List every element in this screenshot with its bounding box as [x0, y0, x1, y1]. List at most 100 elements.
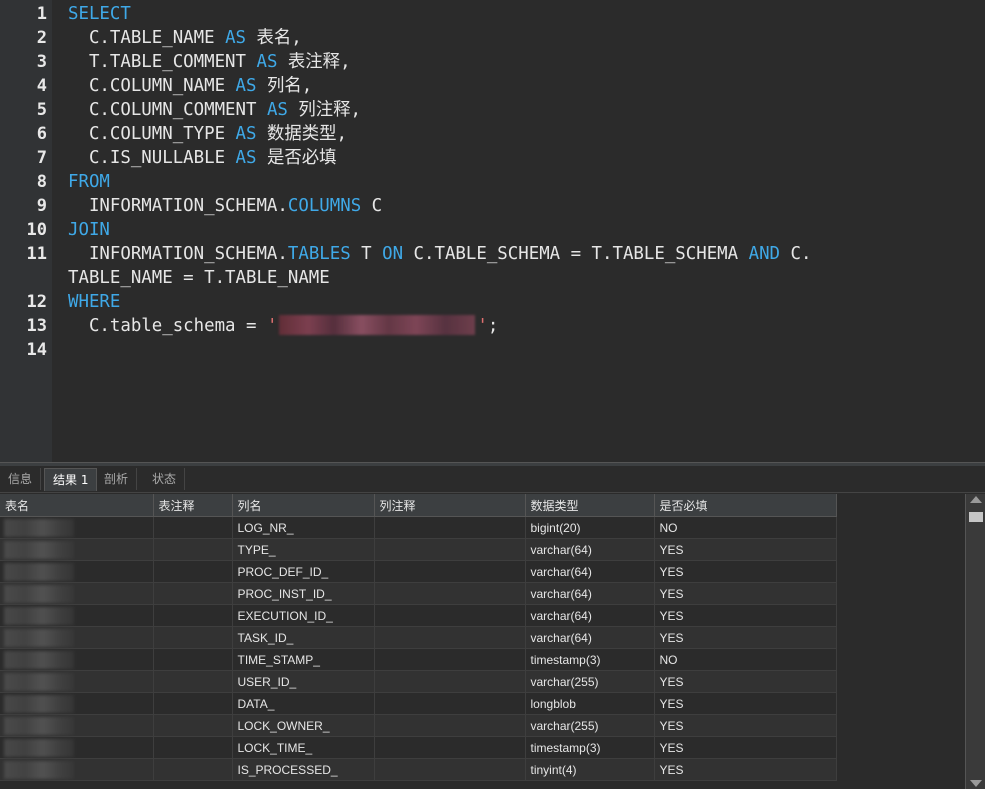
column-header[interactable]: 表名: [0, 494, 154, 517]
tab-status[interactable]: 状态: [144, 468, 186, 490]
cell-nullable[interactable]: YES: [654, 714, 837, 737]
cell-data-type[interactable]: varchar(255): [525, 670, 655, 693]
cell-table-comment[interactable]: [153, 714, 233, 737]
column-header[interactable]: 列名: [232, 494, 375, 517]
table-row[interactable]: LOCK_OWNER_ varchar(255) YES: [0, 714, 837, 737]
cell-data-type[interactable]: varchar(64): [525, 538, 655, 561]
table-row[interactable]: TYPE_ varchar(64) YES: [0, 538, 837, 561]
code-line[interactable]: C.COLUMN_TYPE AS 数据类型,: [68, 122, 977, 146]
cell-nullable[interactable]: YES: [654, 560, 837, 583]
scroll-down-arrow-icon[interactable]: [970, 780, 982, 787]
code-line[interactable]: WHERE: [68, 290, 977, 314]
column-header[interactable]: 是否必填: [654, 494, 837, 517]
cell-nullable[interactable]: YES: [654, 692, 837, 715]
column-header[interactable]: 表注释: [153, 494, 233, 517]
code-line[interactable]: INFORMATION_SCHEMA.TABLES T ON C.TABLE_S…: [68, 242, 977, 266]
cell-column-comment[interactable]: [374, 560, 526, 583]
cell-table-comment[interactable]: [153, 758, 233, 781]
cell-column-comment[interactable]: [374, 516, 526, 539]
cell-column-name[interactable]: PROC_INST_ID_: [232, 582, 375, 605]
cell-column-comment[interactable]: [374, 692, 526, 715]
cell-table-name[interactable]: [0, 692, 154, 715]
cell-data-type[interactable]: varchar(64): [525, 560, 655, 583]
cell-table-name[interactable]: [0, 714, 154, 737]
cell-column-comment[interactable]: [374, 626, 526, 649]
code-line[interactable]: C.COLUMN_COMMENT AS 列注释,: [68, 98, 977, 122]
table-row[interactable]: DATA_ longblob YES: [0, 692, 837, 715]
table-row[interactable]: IS_PROCESSED_ tinyint(4) YES: [0, 758, 837, 781]
cell-column-name[interactable]: USER_ID_: [232, 670, 375, 693]
cell-nullable[interactable]: NO: [654, 648, 837, 671]
column-header[interactable]: 数据类型: [525, 494, 655, 517]
cell-column-comment[interactable]: [374, 604, 526, 627]
cell-data-type[interactable]: timestamp(3): [525, 736, 655, 759]
cell-column-comment[interactable]: [374, 648, 526, 671]
cell-column-comment[interactable]: [374, 758, 526, 781]
cell-table-name[interactable]: [0, 758, 154, 781]
scroll-up-arrow-icon[interactable]: [970, 496, 982, 503]
vertical-scrollbar[interactable]: [965, 494, 985, 789]
cell-data-type[interactable]: varchar(64): [525, 604, 655, 627]
cell-column-comment[interactable]: [374, 714, 526, 737]
cell-column-name[interactable]: PROC_DEF_ID_: [232, 560, 375, 583]
cell-nullable[interactable]: YES: [654, 582, 837, 605]
table-row[interactable]: TIME_STAMP_ timestamp(3) NO: [0, 648, 837, 671]
cell-column-comment[interactable]: [374, 736, 526, 759]
cell-data-type[interactable]: varchar(64): [525, 582, 655, 605]
cell-column-name[interactable]: EXECUTION_ID_: [232, 604, 375, 627]
table-row[interactable]: EXECUTION_ID_ varchar(64) YES: [0, 604, 837, 627]
code-line[interactable]: C.TABLE_NAME AS 表名,: [68, 26, 977, 50]
cell-nullable[interactable]: YES: [654, 538, 837, 561]
cell-data-type[interactable]: tinyint(4): [525, 758, 655, 781]
code-line[interactable]: T.TABLE_COMMENT AS 表注释,: [68, 50, 977, 74]
cell-nullable[interactable]: YES: [654, 670, 837, 693]
cell-column-name[interactable]: IS_PROCESSED_: [232, 758, 375, 781]
code-line[interactable]: JOIN: [68, 218, 977, 242]
cell-table-comment[interactable]: [153, 626, 233, 649]
cell-table-name[interactable]: [0, 626, 154, 649]
code-line[interactable]: C.table_schema = ' ';: [68, 314, 977, 338]
tab-result-1[interactable]: 结果 1: [44, 468, 98, 491]
cell-table-name[interactable]: [0, 538, 154, 561]
result-grid[interactable]: 表名 表注释 列名 列注释 数据类型 是否必填 LOG_NR_ bigint(20…: [0, 494, 965, 789]
scrollbar-thumb[interactable]: [969, 512, 983, 522]
cell-table-name[interactable]: [0, 560, 154, 583]
code-line[interactable]: C.COLUMN_NAME AS 列名,: [68, 74, 977, 98]
cell-data-type[interactable]: timestamp(3): [525, 648, 655, 671]
cell-table-comment[interactable]: [153, 736, 233, 759]
cell-table-comment[interactable]: [153, 604, 233, 627]
cell-table-name[interactable]: [0, 736, 154, 759]
cell-table-name[interactable]: [0, 516, 154, 539]
cell-data-type[interactable]: varchar(64): [525, 626, 655, 649]
cell-table-comment[interactable]: [153, 648, 233, 671]
cell-table-name[interactable]: [0, 582, 154, 605]
cell-column-comment[interactable]: [374, 582, 526, 605]
cell-data-type[interactable]: longblob: [525, 692, 655, 715]
cell-table-comment[interactable]: [153, 516, 233, 539]
code-line[interactable]: FROM: [68, 170, 977, 194]
table-row[interactable]: PROC_DEF_ID_ varchar(64) YES: [0, 560, 837, 583]
table-row[interactable]: PROC_INST_ID_ varchar(64) YES: [0, 582, 837, 605]
cell-table-comment[interactable]: [153, 670, 233, 693]
cell-table-name[interactable]: [0, 604, 154, 627]
cell-nullable[interactable]: NO: [654, 516, 837, 539]
code-line-wrap[interactable]: TABLE_NAME = T.TABLE_NAME: [68, 266, 977, 290]
column-header[interactable]: 列注释: [374, 494, 526, 517]
cell-nullable[interactable]: YES: [654, 626, 837, 649]
cell-data-type[interactable]: varchar(255): [525, 714, 655, 737]
cell-data-type[interactable]: bigint(20): [525, 516, 655, 539]
cell-column-name[interactable]: TASK_ID_: [232, 626, 375, 649]
code-line[interactable]: INFORMATION_SCHEMA.COLUMNS C: [68, 194, 977, 218]
cell-nullable[interactable]: YES: [654, 758, 837, 781]
cell-table-name[interactable]: [0, 648, 154, 671]
cell-table-comment[interactable]: [153, 560, 233, 583]
code-line[interactable]: C.IS_NULLABLE AS 是否必填: [68, 146, 977, 170]
cell-column-comment[interactable]: [374, 670, 526, 693]
cell-column-name[interactable]: TIME_STAMP_: [232, 648, 375, 671]
table-row[interactable]: USER_ID_ varchar(255) YES: [0, 670, 837, 693]
cell-table-name[interactable]: [0, 670, 154, 693]
sql-editor[interactable]: 1 2 3 4 5 6 7 8 9 10 11 12 13 14 SELECT …: [0, 0, 985, 462]
table-row[interactable]: LOG_NR_ bigint(20) NO: [0, 516, 837, 539]
cell-column-name[interactable]: DATA_: [232, 692, 375, 715]
cell-column-comment[interactable]: [374, 538, 526, 561]
